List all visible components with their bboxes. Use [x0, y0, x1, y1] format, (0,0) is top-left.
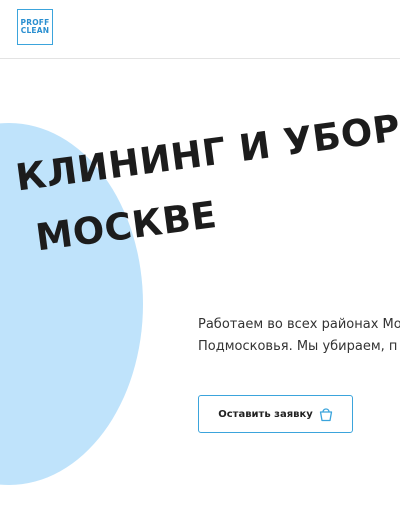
site-header: PROFF CLEAN [0, 0, 400, 59]
hero-description-line-1: Работаем во всех районах Мо [198, 317, 400, 332]
logo-line-2: CLEAN [20, 26, 50, 35]
leave-request-button[interactable]: Оставить заявку [198, 395, 353, 433]
logo[interactable]: PROFF CLEAN [17, 9, 53, 45]
leave-request-button-label: Оставить заявку [218, 408, 313, 420]
page: PROFF CLEAN КЛИНИНГ И УБОРКА МОСКВЕ Рабо… [0, 0, 400, 520]
hero-description: Работаем во всех районах Мо Подмосковья.… [198, 314, 400, 358]
bucket-icon [319, 406, 333, 422]
hero-title: КЛИНИНГ И УБОРКА МОСКВЕ [12, 70, 400, 271]
hero-description-line-2: Подмосковья. Мы убираем, п [198, 339, 398, 354]
